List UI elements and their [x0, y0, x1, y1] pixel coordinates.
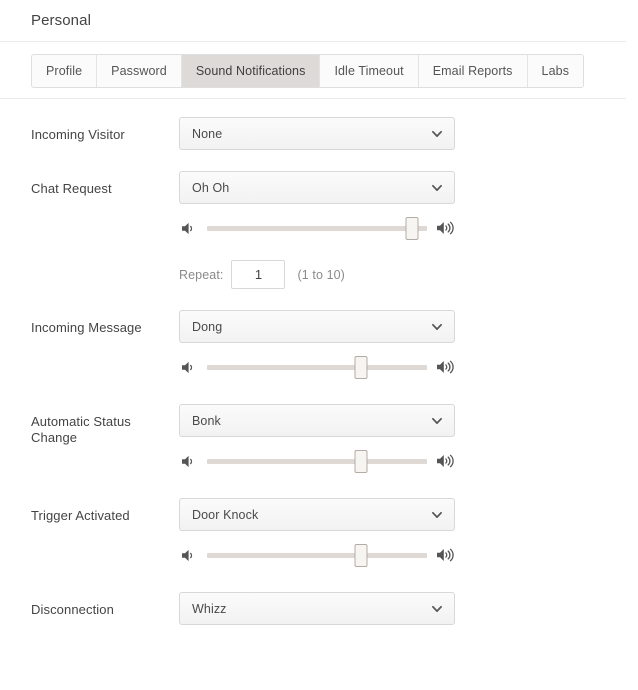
page-title: Personal — [31, 12, 92, 29]
volume-slider-track — [207, 553, 427, 558]
sound-select-value-automatic-status-change: Bonk — [192, 413, 221, 428]
sound-select-value-incoming-message: Dong — [192, 319, 223, 334]
volume-slider-automatic-status-change[interactable] — [207, 448, 427, 474]
volume-slider-chat-request[interactable] — [207, 215, 427, 241]
label-trigger-activated: Trigger Activated — [31, 508, 130, 523]
chevron-down-icon — [432, 604, 442, 614]
volume-high-icon — [435, 218, 455, 238]
volume-high-icon — [435, 357, 455, 377]
setting-row-chat-request: Chat Request Oh Oh Repeat: 1 (1 to 10) — [0, 171, 638, 289]
volume-slider-track — [207, 226, 427, 231]
volume-low-icon — [179, 357, 199, 377]
tab-password[interactable]: Password — [97, 55, 182, 87]
sound-select-value-disconnection: Whizz — [192, 601, 227, 616]
volume-slider-handle[interactable] — [354, 544, 368, 567]
tab-email-reports[interactable]: Email Reports — [418, 55, 528, 87]
control-trigger-activated: Door Knock — [179, 498, 638, 571]
tab-sound-notifications[interactable]: Sound Notifications — [181, 55, 321, 87]
repeat-label: Repeat: — [179, 267, 224, 282]
volume-slider-row-automatic-status-change — [179, 445, 455, 477]
chevron-down-icon — [432, 510, 442, 520]
control-incoming-message: Dong — [179, 310, 638, 383]
control-automatic-status-change: Bonk — [179, 404, 638, 477]
tab-idle-timeout[interactable]: Idle Timeout — [320, 55, 419, 87]
chevron-down-icon — [432, 183, 442, 193]
chevron-down-icon — [432, 416, 442, 426]
sound-select-incoming-visitor[interactable]: None — [179, 117, 455, 150]
sound-select-automatic-status-change[interactable]: Bonk — [179, 404, 455, 437]
control-incoming-visitor: None — [179, 117, 638, 150]
volume-low-icon — [179, 218, 199, 238]
volume-high-icon — [435, 545, 455, 565]
row-spacer — [0, 289, 638, 310]
volume-low-icon — [179, 451, 199, 471]
volume-slider-row-chat-request — [179, 212, 455, 244]
tab-bar: Profile Password Sound Notifications Idl… — [0, 42, 626, 99]
setting-row-trigger-activated: Trigger Activated Door Knock — [0, 498, 638, 571]
tab-list: Profile Password Sound Notifications Idl… — [31, 54, 585, 88]
sound-select-value-chat-request: Oh Oh — [192, 180, 230, 195]
setting-row-disconnection: Disconnection Whizz — [0, 592, 638, 625]
volume-slider-handle[interactable] — [354, 356, 368, 379]
row-spacer — [0, 477, 638, 498]
tab-labs[interactable]: Labs — [527, 55, 584, 87]
sound-select-chat-request[interactable]: Oh Oh — [179, 171, 455, 204]
volume-slider-incoming-message[interactable] — [207, 354, 427, 380]
label-incoming-message: Incoming Message — [31, 320, 142, 335]
volume-slider-handle[interactable] — [354, 450, 368, 473]
volume-slider-track — [207, 365, 427, 370]
row-spacer — [0, 571, 638, 592]
label-incoming-visitor: Incoming Visitor — [31, 127, 125, 142]
sound-notifications-form: Incoming Visitor None Chat Request Oh Oh — [0, 99, 638, 625]
repeat-row-chat-request: Repeat: (1 to 10) — [179, 260, 638, 289]
control-disconnection: Whizz — [179, 592, 638, 625]
sound-select-value-incoming-visitor: None — [192, 126, 223, 141]
volume-slider-trigger-activated[interactable] — [207, 542, 427, 568]
row-spacer — [0, 383, 638, 404]
chevron-down-icon — [432, 129, 442, 139]
setting-row-incoming-message: Incoming Message Dong — [0, 310, 638, 383]
volume-high-icon — [435, 451, 455, 471]
label-automatic-status-change: Automatic Status Change — [31, 414, 131, 445]
chevron-down-icon — [432, 322, 442, 332]
sound-select-disconnection[interactable]: Whizz — [179, 592, 455, 625]
setting-row-incoming-visitor: Incoming Visitor None — [0, 117, 638, 150]
control-chat-request: Oh Oh Repeat: 1 (1 to 10) — [179, 171, 638, 289]
volume-slider-row-trigger-activated — [179, 539, 455, 571]
volume-slider-handle[interactable] — [405, 217, 419, 240]
setting-row-automatic-status-change: Automatic Status Change Bonk — [0, 404, 638, 477]
page-header: Personal — [0, 0, 626, 42]
volume-low-icon — [179, 545, 199, 565]
sound-select-trigger-activated[interactable]: Door Knock — [179, 498, 455, 531]
repeat-input[interactable] — [231, 260, 286, 289]
volume-slider-track — [207, 459, 427, 464]
label-chat-request: Chat Request — [31, 181, 112, 196]
tab-profile[interactable]: Profile — [32, 55, 98, 87]
sound-select-incoming-message[interactable]: Dong — [179, 310, 455, 343]
repeat-hint: (1 to 10) — [297, 267, 345, 282]
row-spacer — [0, 150, 638, 171]
sound-select-value-trigger-activated: Door Knock — [192, 507, 259, 522]
label-disconnection: Disconnection — [31, 602, 114, 617]
volume-slider-row-incoming-message — [179, 351, 455, 383]
